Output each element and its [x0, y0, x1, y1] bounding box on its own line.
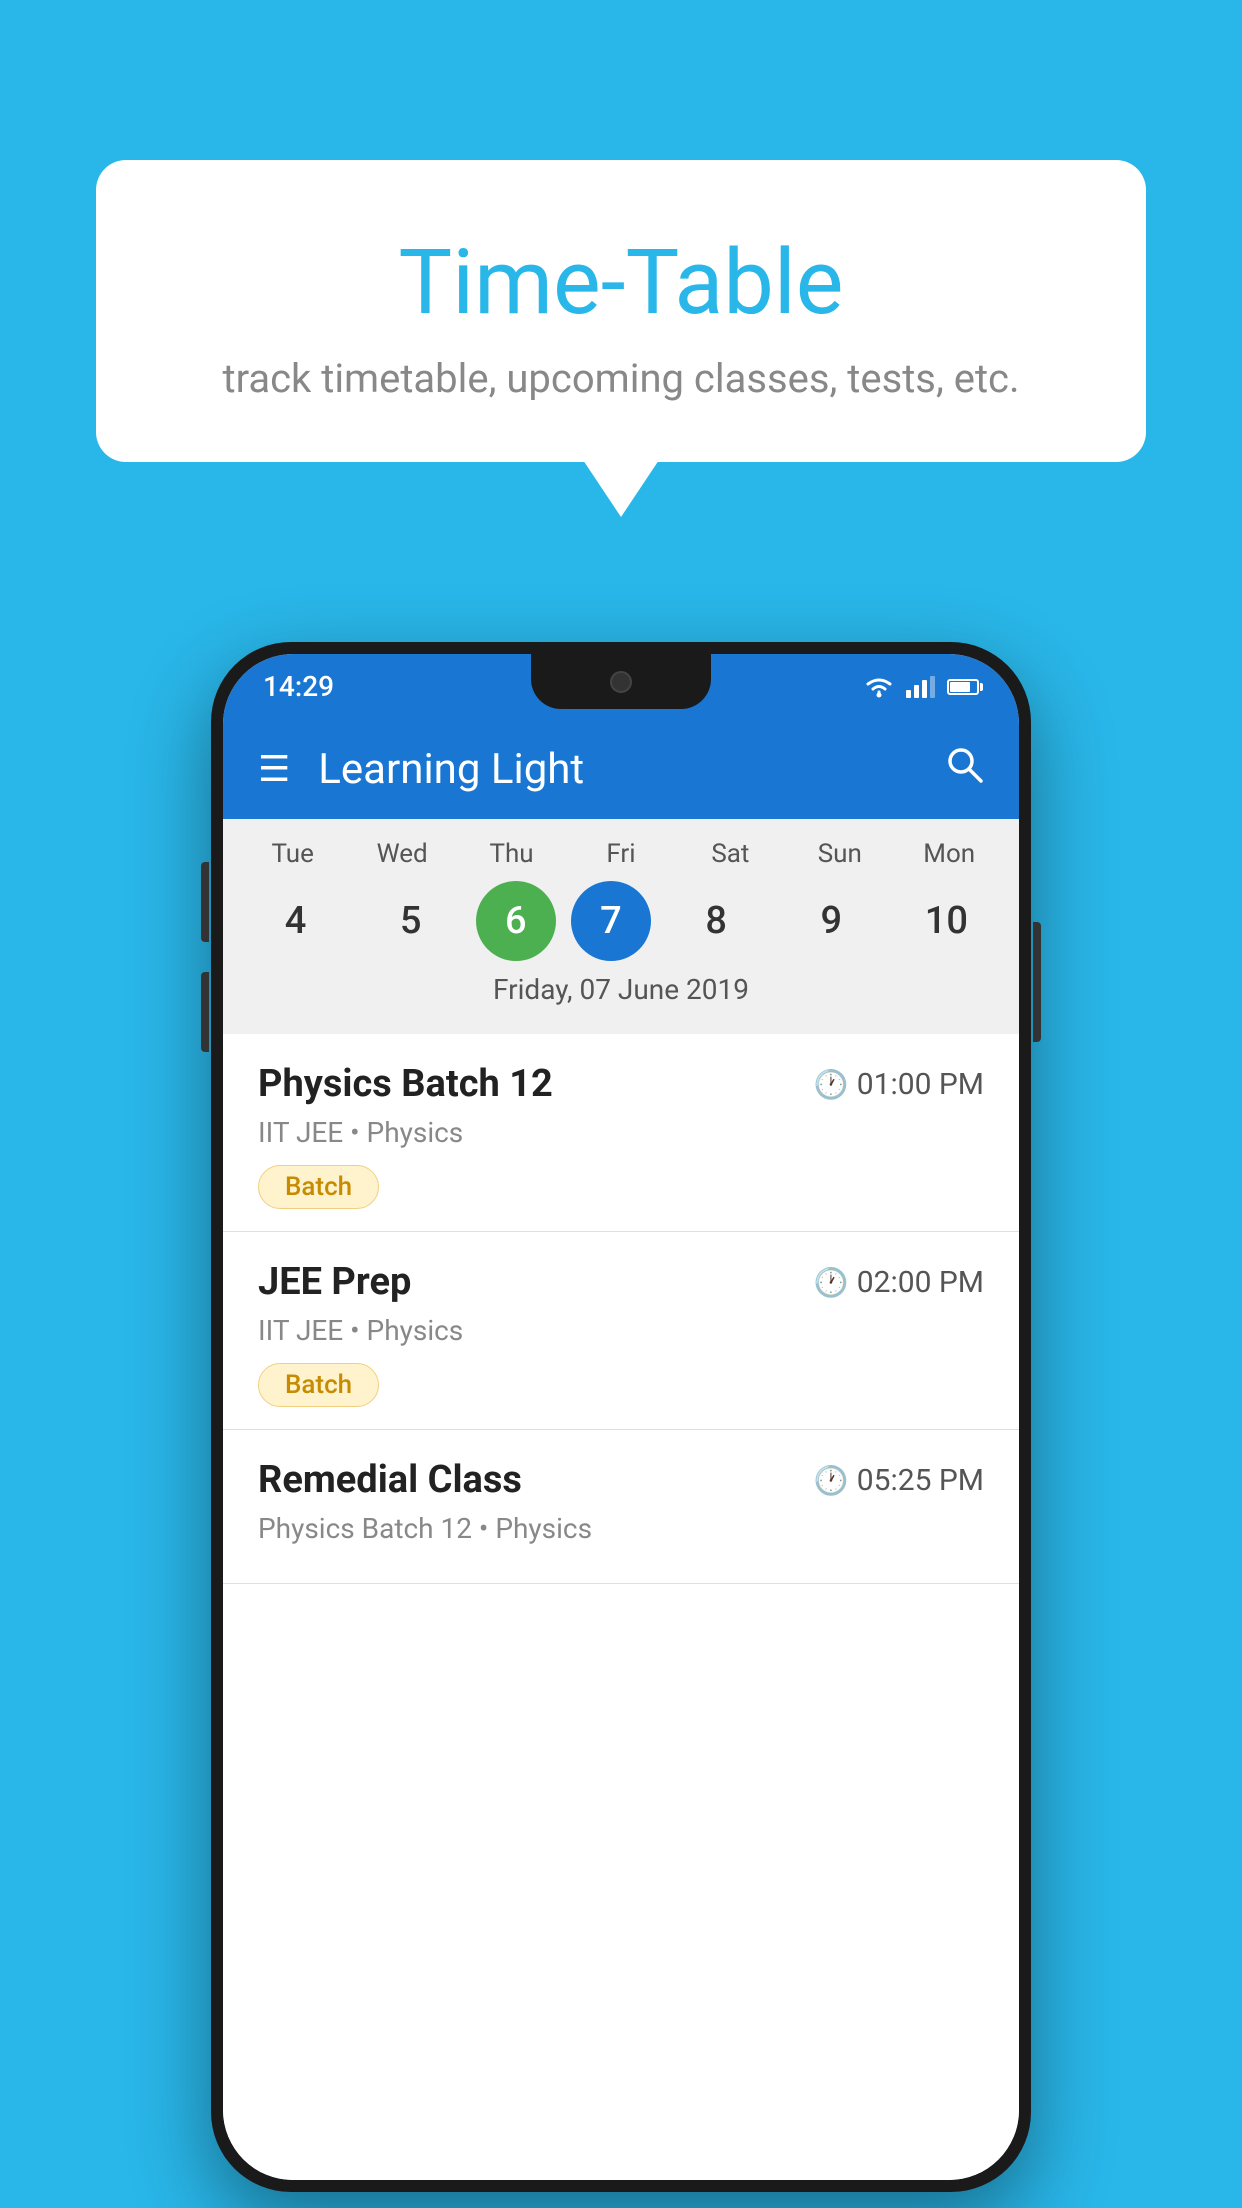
front-camera — [610, 671, 632, 693]
day-numbers: 4 5 6 7 8 9 10 — [223, 881, 1019, 961]
time-value-1: 01:00 PM — [857, 1067, 984, 1102]
side-button-volume-down — [201, 972, 209, 1052]
clock-icon-2: 🕐 — [814, 1266, 849, 1299]
day-header-sat: Sat — [680, 839, 780, 869]
schedule-item-sub-2: IIT JEE • Physics — [258, 1314, 984, 1347]
day-header-fri: Fri — [571, 839, 671, 869]
schedule-item-header-2: JEE Prep 🕐 02:00 PM — [258, 1260, 984, 1304]
schedule-item-jee-prep[interactable]: JEE Prep 🕐 02:00 PM IIT JEE • Physics Ba… — [223, 1232, 1019, 1430]
schedule-item-remedial[interactable]: Remedial Class 🕐 05:25 PM Physics Batch … — [223, 1430, 1019, 1584]
phone-notch — [531, 654, 711, 709]
schedule-item-title-1: Physics Batch 12 — [258, 1062, 553, 1106]
schedule-item-physics-batch[interactable]: Physics Batch 12 🕐 01:00 PM IIT JEE • Ph… — [223, 1034, 1019, 1232]
day-4[interactable]: 4 — [246, 881, 346, 961]
status-time: 14:29 — [263, 670, 334, 703]
app-title: Learning Light — [318, 745, 944, 794]
day-6-today[interactable]: 6 — [476, 881, 556, 961]
schedule-item-time-3: 🕐 05:25 PM — [814, 1463, 984, 1498]
day-headers: Tue Wed Thu Fri Sat Sun Mon — [223, 839, 1019, 869]
side-button-power — [1033, 922, 1041, 1042]
batch-tag-1: Batch — [258, 1165, 379, 1209]
battery-fill — [950, 682, 970, 692]
schedule-item-sub-1: IIT JEE • Physics — [258, 1116, 984, 1149]
wifi-icon — [864, 676, 894, 698]
hero-section: Time-Table track timetable, upcoming cla… — [0, 0, 1242, 522]
side-button-volume-up — [201, 862, 209, 942]
day-10[interactable]: 10 — [896, 881, 996, 961]
day-9[interactable]: 9 — [781, 881, 881, 961]
signal-icon — [906, 676, 935, 698]
schedule-item-header-3: Remedial Class 🕐 05:25 PM — [258, 1458, 984, 1502]
day-header-thu: Thu — [462, 839, 562, 869]
hamburger-icon[interactable]: ☰ — [258, 751, 288, 787]
clock-icon-3: 🕐 — [814, 1464, 849, 1497]
time-value-3: 05:25 PM — [857, 1463, 984, 1498]
search-icon[interactable] — [944, 744, 984, 794]
day-header-tue: Tue — [243, 839, 343, 869]
day-5[interactable]: 5 — [361, 881, 461, 961]
time-value-2: 02:00 PM — [857, 1265, 984, 1300]
phone-screen: 14:29 — [223, 654, 1019, 2180]
bubble-title: Time-Table — [156, 230, 1086, 335]
bubble-subtitle: track timetable, upcoming classes, tests… — [156, 355, 1086, 402]
schedule-item-title-2: JEE Prep — [258, 1260, 411, 1304]
phone-wrapper: 14:29 — [211, 642, 1031, 2192]
day-header-sun: Sun — [790, 839, 890, 869]
day-8[interactable]: 8 — [666, 881, 766, 961]
schedule-item-time-1: 🕐 01:00 PM — [814, 1067, 984, 1102]
batch-tag-2: Batch — [258, 1363, 379, 1407]
phone-frame: 14:29 — [211, 642, 1031, 2192]
calendar-strip: Tue Wed Thu Fri Sat Sun Mon 4 5 6 7 8 9 … — [223, 819, 1019, 1034]
speech-bubble: Time-Table track timetable, upcoming cla… — [96, 160, 1146, 462]
schedule-list: Physics Batch 12 🕐 01:00 PM IIT JEE • Ph… — [223, 1034, 1019, 2180]
status-icons — [864, 676, 979, 698]
schedule-item-title-3: Remedial Class — [258, 1458, 522, 1502]
selected-date-label: Friday, 07 June 2019 — [223, 961, 1019, 1024]
day-7-selected[interactable]: 7 — [571, 881, 651, 961]
app-bar: ☰ Learning Light — [223, 719, 1019, 819]
schedule-item-header-1: Physics Batch 12 🕐 01:00 PM — [258, 1062, 984, 1106]
battery-icon — [947, 679, 979, 695]
schedule-item-time-2: 🕐 02:00 PM — [814, 1265, 984, 1300]
day-header-wed: Wed — [352, 839, 452, 869]
clock-icon-1: 🕐 — [814, 1068, 849, 1101]
schedule-item-sub-3: Physics Batch 12 • Physics — [258, 1512, 984, 1545]
day-header-mon: Mon — [899, 839, 999, 869]
